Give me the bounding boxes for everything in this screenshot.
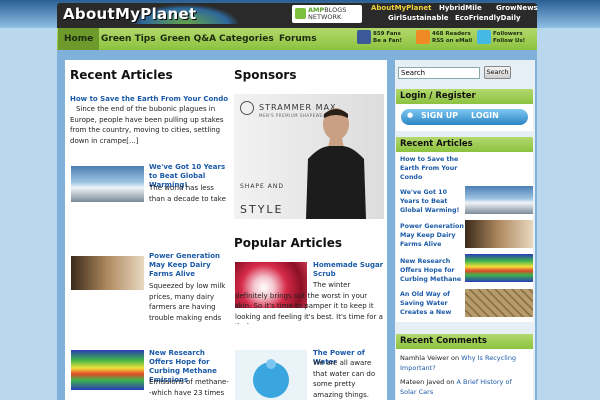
comment-2: Mateen Javed on A Brief History of Solar… (400, 377, 530, 397)
article-thumb-methane[interactable] (71, 350, 144, 390)
recent-articles-heading: Recent Articles (70, 68, 173, 82)
nav-green-tips[interactable]: Green Tips (95, 28, 162, 50)
article-thumb-water[interactable] (235, 350, 307, 400)
facebook-fans-badge[interactable]: 859 Fans Be a Fan! (357, 29, 402, 49)
sidebar-thumb-methane[interactable] (465, 254, 533, 282)
login-button[interactable]: LOGIN (471, 111, 499, 120)
rss-readers-badge[interactable]: 468 Readers RSS on eMail (416, 29, 472, 49)
network-logo-icon (295, 8, 306, 19)
sidebar-recent-2[interactable]: We've Got 10 Years to Beat Global Warmin… (400, 188, 464, 215)
sponsor-model-image (306, 108, 366, 219)
network-link-aboutmyplanet[interactable]: AboutMyPlanet (371, 4, 431, 12)
sidebar-recent-heading: Recent Articles (396, 137, 533, 152)
nav-green-qa[interactable]: Green Q&A (154, 28, 222, 50)
sidebar-recent-4[interactable]: New Research Offers Hope for Curbing Met… (400, 257, 464, 284)
facebook-fans-count: 859 Fans (373, 31, 401, 37)
sponsor-tagline-1: SHAPE AND (240, 183, 284, 190)
search-input[interactable]: Search (398, 67, 480, 79)
twitter-followers-label: Followers (493, 31, 523, 37)
facebook-badge-text: 859 Fans Be a Fan! (373, 31, 402, 45)
article-thumb-dairy[interactable] (71, 256, 144, 290)
recent-comments-heading: Recent Comments (396, 334, 533, 349)
comment-2-on: on (446, 378, 455, 386)
sponsors-heading: Sponsors (234, 68, 297, 82)
site-logo[interactable]: AboutMyPlanet (63, 5, 196, 23)
sidebar-recent-1[interactable]: How to Save the Earth From Your Condo (400, 155, 460, 182)
article-thumb-glaciers[interactable] (71, 166, 144, 202)
article-title-3[interactable]: Power Generation May Keep Dairy Farms Al… (149, 252, 231, 279)
user-icon: ● (407, 111, 414, 119)
nav-home[interactable]: Home (58, 28, 100, 50)
network-link-ecofriendlydaily[interactable]: EcoFriendlyDaily (455, 14, 521, 22)
sidebar-thumb-water[interactable] (465, 289, 533, 317)
sidebar-thumb-dairy[interactable] (465, 220, 533, 248)
rss-email: RSS on eMail (432, 38, 473, 44)
nav-categories[interactable]: Categories (213, 28, 280, 50)
twitter-badge-text: Followers Follow Us! (493, 31, 525, 45)
article-title-1[interactable]: How to Save the Earth From Your Condo (70, 95, 230, 104)
sidebar-thumb-glaciers[interactable] (465, 186, 533, 214)
rss-badge-text: 468 Readers RSS on eMail (432, 31, 472, 45)
search-button[interactable]: Search (484, 66, 511, 79)
sidebar-recent-5[interactable]: An Old Way of Saving Water Creates a New (400, 290, 458, 317)
twitter-follow-us: Follow Us! (493, 38, 526, 44)
login-register-heading: Login / Register (396, 89, 533, 104)
water-droplet-icon (253, 359, 289, 398)
twitter-icon (477, 30, 491, 44)
sidebar-recent-3[interactable]: Power Generation May Keep Dairy Farms Al… (400, 222, 464, 249)
signup-button[interactable]: SIGN UP (421, 111, 458, 120)
article-body-3: Squeezed by low milk prices, many dairy … (149, 282, 226, 322)
comment-1: Namhla Veiwer on Why Is Recycling Import… (400, 353, 530, 373)
popular-articles-heading: Popular Articles (234, 236, 343, 250)
twitter-followers-badge[interactable]: Followers Follow Us! (477, 29, 527, 49)
rss-icon (416, 30, 430, 44)
article-body-4: Emissions of methane--which have 23 time… (149, 378, 229, 397)
sponsor-tagline-2: STYLE (240, 203, 284, 216)
article-body-2a: The world has less than a decade to take… (149, 184, 226, 203)
amp-blogs-network-badge[interactable]: AMPBLOGS NETWORK (292, 5, 362, 23)
comment-1-on: on (450, 354, 460, 362)
comment-2-author[interactable]: Mateen Javed (400, 378, 444, 386)
network-line-3: NETWORK (308, 13, 342, 21)
signup-login-buttons: ● SIGN UP LOGIN (401, 109, 528, 125)
facebook-icon (357, 30, 371, 44)
rss-readers-count: 468 Readers (432, 31, 471, 37)
network-link-girlsustainable[interactable]: GirlSustainable (388, 14, 449, 22)
popular-body-1: The winter definitely brings out the wor… (235, 281, 383, 324)
popular-body-2: We are all aware that water can do some … (313, 359, 376, 399)
article-body-1: Since the end of the bubonic plagues in … (70, 105, 224, 145)
network-link-grownews[interactable]: GrowNews (496, 4, 538, 12)
comment-1-author[interactable]: Namhla Veiwer (400, 354, 449, 362)
network-link-hybridmile[interactable]: HybridMile (439, 4, 482, 12)
facebook-be-a-fan: Be a Fan! (373, 38, 403, 44)
nav-forums[interactable]: Forums (273, 28, 323, 50)
sponsor-logo-icon (240, 101, 254, 115)
popular-title-1[interactable]: Homemade Sugar Scrub (313, 261, 387, 279)
